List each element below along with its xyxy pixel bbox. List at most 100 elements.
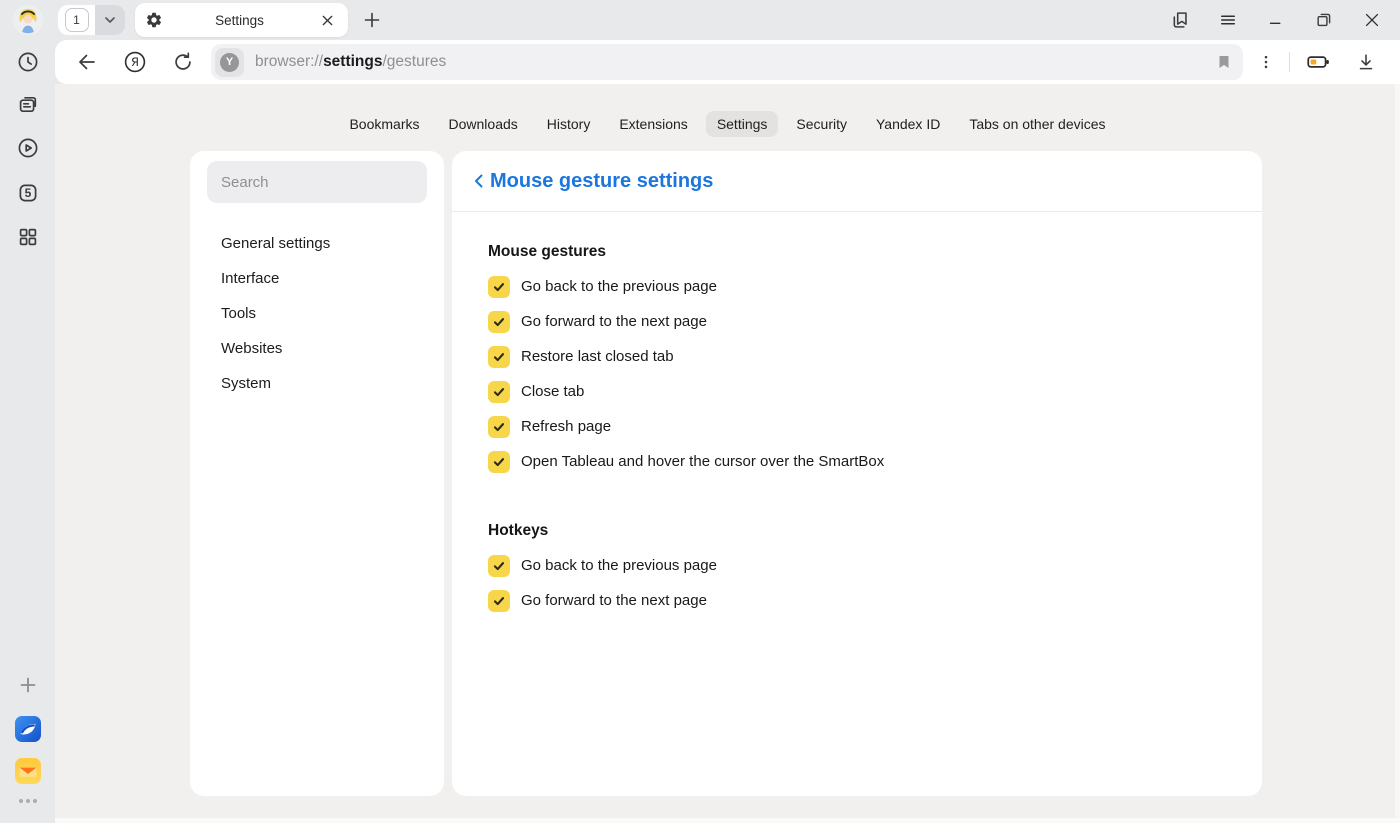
back-to-settings-button[interactable] xyxy=(468,167,490,195)
tab-strip: 1 Settings xyxy=(55,0,1400,40)
option-row: Go back to the previous page xyxy=(488,548,1226,583)
checkmark-icon xyxy=(492,594,506,608)
settings-nav-tab[interactable]: Security xyxy=(785,111,858,137)
tab-count-icon: 5 xyxy=(16,181,40,205)
settings-menu-item[interactable]: System xyxy=(207,366,427,401)
menu-button[interactable] xyxy=(1204,1,1252,39)
checkbox-checked[interactable] xyxy=(488,416,510,438)
settings-menu: General settingsInterfaceToolsWebsitesSy… xyxy=(207,226,427,401)
scrollbar-track[interactable] xyxy=(1395,84,1400,823)
tab-count-badge: 1 xyxy=(65,8,89,32)
tab-group-dropdown[interactable] xyxy=(95,5,125,35)
history-button[interactable] xyxy=(16,50,40,74)
yandex-browser-app-button[interactable] xyxy=(15,716,41,742)
mouse-gestures-list: Go back to the previous page Go forward … xyxy=(488,269,1226,479)
settings-nav-tabs: Bookmarks Downloads HistoryExtensions Setti… xyxy=(55,84,1400,137)
gear-favicon xyxy=(145,11,163,29)
url-path: /gestures xyxy=(383,53,447,70)
option-row: Close tab xyxy=(488,374,1226,409)
new-tab-button[interactable] xyxy=(357,5,387,35)
close-window-button[interactable] xyxy=(1348,1,1396,39)
tab-group-control[interactable]: 1 xyxy=(58,5,125,35)
option-row: Refresh page xyxy=(488,409,1226,444)
url-text[interactable]: browser://settings/gestures xyxy=(255,53,1215,71)
rail-add-button[interactable] xyxy=(16,673,40,697)
window-controls xyxy=(1156,1,1400,39)
download-icon xyxy=(1355,51,1377,73)
section-heading-mouse-gestures: Mouse gestures xyxy=(488,242,1226,262)
checkbox-label: Restore last closed tab xyxy=(521,348,674,365)
checkbox-label: Go forward to the next page xyxy=(521,592,707,609)
restore-button[interactable] xyxy=(1300,1,1348,39)
hotkeys-list: Go back to the previous page Go forward … xyxy=(488,548,1226,618)
settings-nav-tab[interactable]: Downloads xyxy=(438,111,529,137)
section-heading-hotkeys: Hotkeys xyxy=(488,521,1226,541)
bookmark-flag-icon xyxy=(1215,53,1233,71)
window-bottom-edge xyxy=(55,818,1400,823)
side-rail: 5 xyxy=(0,0,55,823)
checkbox-checked[interactable] xyxy=(488,555,510,577)
close-icon xyxy=(321,14,334,27)
checkbox-checked[interactable] xyxy=(488,381,510,403)
tab-title: Settings xyxy=(163,13,316,28)
grid-icon xyxy=(16,225,40,249)
checkbox-checked[interactable] xyxy=(488,451,510,473)
apps-grid-button[interactable] xyxy=(16,225,40,249)
browser-window: 5 xyxy=(0,0,1400,823)
active-tab[interactable]: Settings xyxy=(135,3,348,37)
side-panel-button[interactable] xyxy=(1156,1,1204,39)
toolbar-more-button[interactable] xyxy=(1247,43,1285,81)
yandex-mail-app-button[interactable] xyxy=(15,758,41,784)
close-icon xyxy=(1362,10,1382,30)
feed-button[interactable] xyxy=(16,93,40,117)
checkbox-checked[interactable] xyxy=(488,276,510,298)
settings-menu-item[interactable]: Tools xyxy=(207,296,427,331)
tab-close-button[interactable] xyxy=(316,9,338,31)
checkbox-label: Refresh page xyxy=(521,418,611,435)
settings-menu-item[interactable]: Interface xyxy=(207,261,427,296)
feed-pages-icon xyxy=(16,93,40,117)
mail-icon xyxy=(15,758,41,784)
checkmark-icon xyxy=(492,455,506,469)
bookmark-page-button[interactable] xyxy=(1215,53,1233,71)
settings-nav-tab[interactable]: Tabs on other devices xyxy=(958,111,1116,137)
hamburger-icon xyxy=(1218,10,1238,30)
search-input[interactable] xyxy=(207,161,427,203)
checkbox-checked[interactable] xyxy=(488,590,510,612)
rail-more-button[interactable] xyxy=(17,797,39,805)
toolbar-separator xyxy=(1289,52,1290,72)
settings-nav-tab[interactable]: Yandex ID xyxy=(865,111,951,137)
downloads-button[interactable] xyxy=(1342,43,1390,81)
settings-nav-tab[interactable]: History xyxy=(536,111,602,137)
avatar-icon xyxy=(13,5,43,35)
yandex-browser-icon xyxy=(15,716,41,742)
refresh-button[interactable] xyxy=(159,43,207,81)
checkmark-icon xyxy=(492,315,506,329)
back-button[interactable] xyxy=(63,43,111,81)
battery-saver-button[interactable] xyxy=(1294,43,1342,81)
settings-nav-tab[interactable]: Settings xyxy=(706,111,779,137)
settings-nav-tab[interactable]: Extensions xyxy=(608,111,698,137)
url-host: settings xyxy=(323,53,382,70)
minimize-button[interactable] xyxy=(1252,1,1300,39)
checkbox-checked[interactable] xyxy=(488,311,510,333)
play-circle-icon xyxy=(16,136,40,160)
site-badge[interactable]: Y xyxy=(215,48,244,77)
yandex-y-icon: Y xyxy=(220,53,239,72)
video-button[interactable] xyxy=(16,136,40,160)
tab-count-button[interactable]: 5 xyxy=(16,181,40,205)
panel-bookmark-icon xyxy=(1169,9,1191,31)
address-bar[interactable]: Y browser://settings/gestures xyxy=(211,44,1243,80)
panel-header: Mouse gesture settings xyxy=(452,151,1262,212)
profile-avatar[interactable] xyxy=(13,5,43,35)
yandex-home-button[interactable]: Я xyxy=(111,43,159,81)
chevron-down-icon xyxy=(103,13,117,27)
settings-nav-tab[interactable]: Bookmarks xyxy=(338,111,430,137)
checkbox-label: Go back to the previous page xyxy=(521,557,717,574)
tab-group-count[interactable]: 1 xyxy=(58,5,95,35)
settings-menu-item[interactable]: Websites xyxy=(207,331,427,366)
settings-menu-item[interactable]: General settings xyxy=(207,226,427,261)
checkbox-label: Go back to the previous page xyxy=(521,278,717,295)
checkbox-checked[interactable] xyxy=(488,346,510,368)
svg-text:5: 5 xyxy=(24,186,31,200)
